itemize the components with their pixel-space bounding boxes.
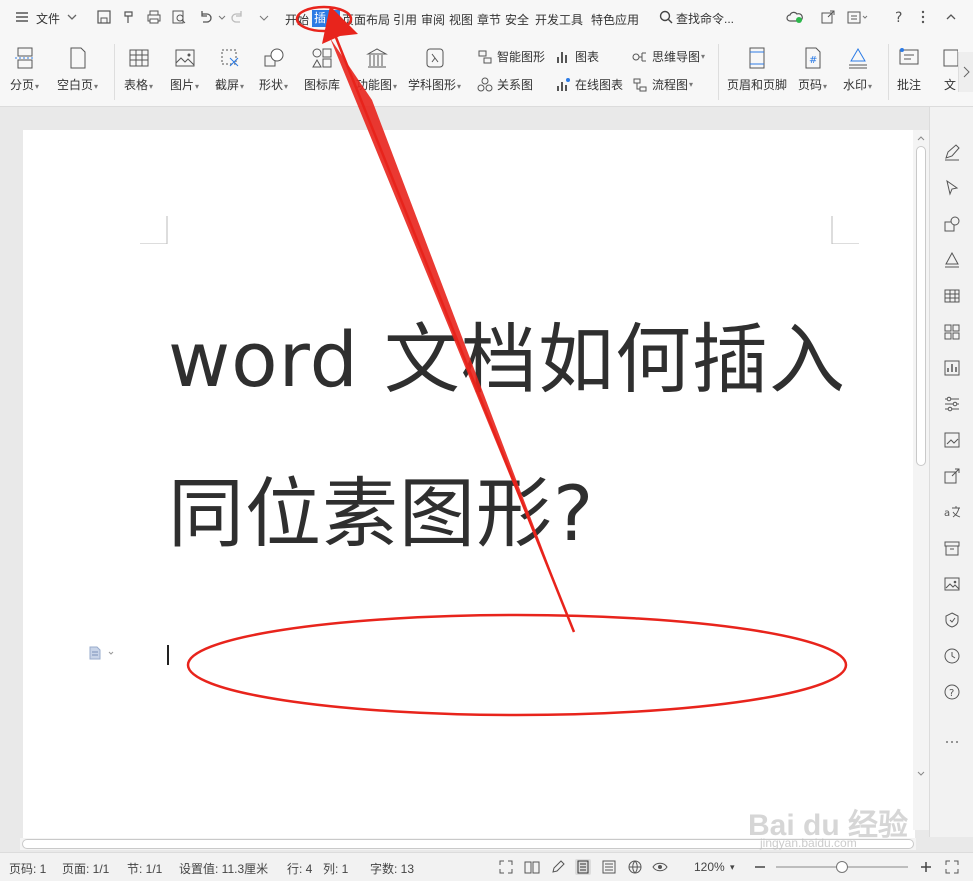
shapes-icon[interactable] (943, 215, 961, 233)
eye-protection-icon[interactable] (652, 859, 668, 875)
zoom-level[interactable]: 120% (694, 860, 725, 874)
image-gallery-icon[interactable] (943, 431, 961, 449)
more-icon[interactable] (943, 733, 961, 751)
translate-icon[interactable]: a (943, 503, 961, 521)
fit-window-icon[interactable] (944, 859, 960, 875)
grid-apps-icon[interactable] (943, 323, 961, 341)
history-icon[interactable] (943, 647, 961, 665)
zoom-dropdown-icon[interactable]: ▾ (730, 862, 735, 873)
scroll-up-icon[interactable] (916, 132, 926, 146)
zoom-slider-handle[interactable] (836, 861, 848, 873)
edit-pen-icon[interactable] (943, 143, 961, 161)
tutorial-annotation-overlay (186, 5, 848, 717)
status-row[interactable]: 行: 4 (287, 860, 312, 877)
status-page-number[interactable]: 页码: 1 (9, 860, 46, 877)
style-icon[interactable] (943, 251, 961, 269)
zoom-out-icon[interactable] (752, 859, 768, 875)
archive-box-icon[interactable] (943, 539, 961, 557)
read-mode-icon[interactable] (524, 859, 540, 875)
write-mode-icon[interactable] (550, 859, 566, 875)
status-pages[interactable]: 页面: 1/1 (62, 860, 109, 877)
zoom-in-icon[interactable] (918, 859, 934, 875)
help-icon[interactable]: ? (943, 683, 961, 701)
status-word-count[interactable]: 字数: 13 (370, 860, 414, 877)
export-icon[interactable] (943, 467, 961, 485)
status-column[interactable]: 列: 1 (323, 860, 348, 877)
vertical-scrollbar-thumb[interactable] (916, 146, 926, 466)
picture-icon[interactable] (943, 575, 961, 593)
select-cursor-icon[interactable] (943, 179, 961, 197)
table-icon[interactable] (943, 287, 961, 305)
baidu-watermark-url: jingyan.baidu.com (760, 836, 857, 850)
settings-sliders-icon[interactable] (943, 395, 961, 413)
right-task-pane: a ? (929, 107, 973, 837)
svg-text:a: a (944, 508, 950, 519)
scroll-down-icon[interactable] (916, 768, 926, 782)
outline-view-icon[interactable] (601, 859, 617, 875)
svg-text:?: ? (949, 688, 954, 699)
status-section[interactable]: 节: 1/1 (127, 860, 162, 877)
status-setting-value[interactable]: 设置值: 11.3厘米 (179, 860, 268, 877)
fullscreen-icon[interactable] (498, 859, 514, 875)
status-bar: 页码: 1 页面: 1/1 节: 1/1 设置值: 11.3厘米 行: 4 列:… (0, 852, 973, 881)
web-view-icon[interactable] (627, 859, 643, 875)
chart-icon[interactable] (943, 359, 961, 377)
shield-icon[interactable] (943, 611, 961, 629)
page-view-icon[interactable] (575, 859, 591, 875)
